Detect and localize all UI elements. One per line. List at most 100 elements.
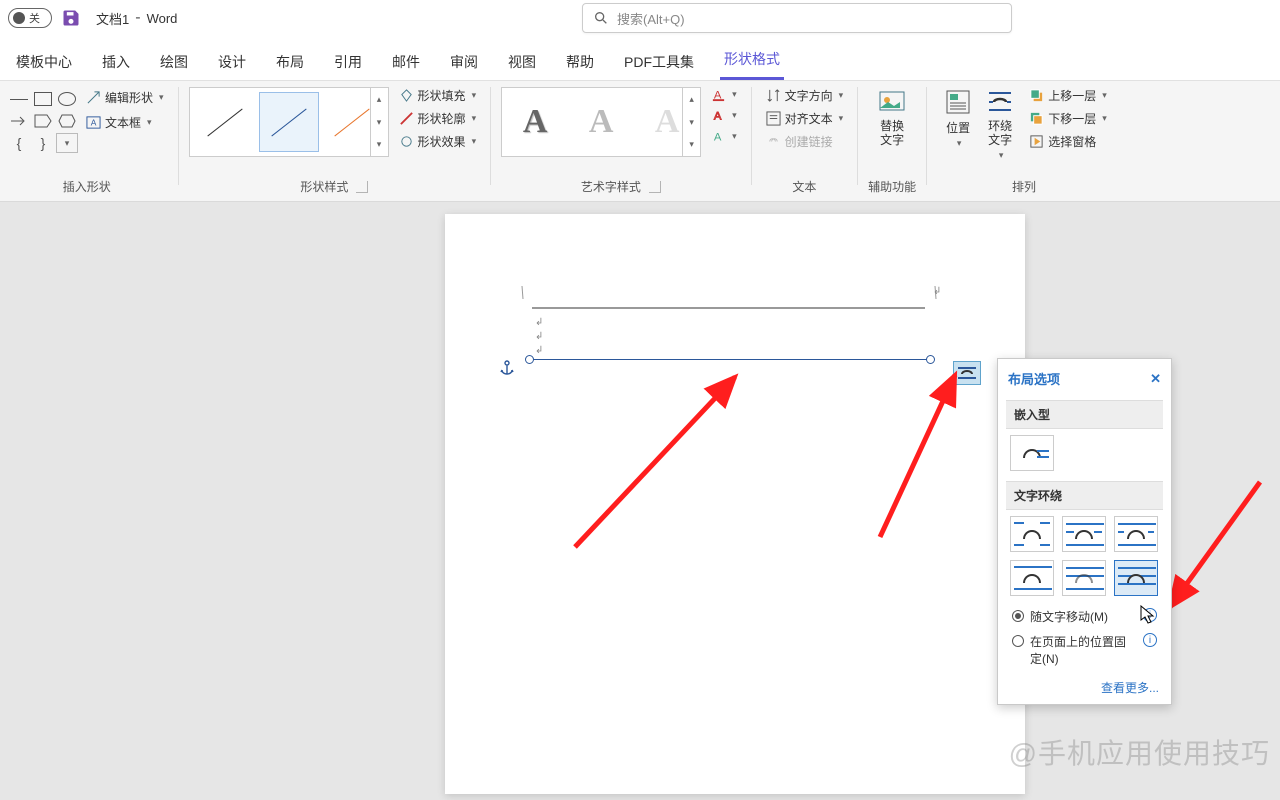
tab-view[interactable]: 视图 — [504, 44, 540, 80]
align-text-icon — [766, 111, 781, 126]
tab-insert[interactable]: 插入 — [98, 44, 134, 80]
cursor-icon — [1140, 605, 1156, 625]
tab-references[interactable]: 引用 — [330, 44, 366, 80]
wrap-text-button[interactable]: 环绕文字▾ — [979, 87, 1021, 161]
group-label-accessibility: 辅助功能 — [868, 178, 916, 201]
tab-draw[interactable]: 绘图 — [156, 44, 192, 80]
link-icon — [766, 134, 781, 149]
shape-outline-button[interactable]: 形状轮廓▾ — [399, 110, 477, 127]
paragraph-marks: ↲↲↲ — [535, 316, 543, 358]
wordart-launcher[interactable] — [649, 181, 661, 193]
text-fill-button[interactable]: A▾ — [711, 87, 737, 102]
text-direction-button[interactable]: 文字方向▾ — [766, 87, 844, 104]
wordart-down-button[interactable]: ▾ — [683, 111, 700, 134]
send-backward-icon — [1029, 111, 1044, 126]
layout-options-panel: 布局选项 ✕ 嵌入型 文字环绕 — [997, 358, 1172, 705]
wrap-option-topbottom[interactable] — [1010, 560, 1054, 596]
tab-design[interactable]: 设计 — [214, 44, 250, 80]
tab-pdf[interactable]: PDF工具集 — [620, 44, 698, 80]
tab-help[interactable]: 帮助 — [562, 44, 598, 80]
page-header-area: ↲ — [445, 214, 1025, 324]
wrap-option-behind[interactable] — [1062, 560, 1106, 596]
document-page[interactable]: ↲ ↲↲↲ — [445, 214, 1025, 794]
watermark-text: @手机应用使用技巧 — [1009, 732, 1270, 772]
shape-brace2-icon: } — [41, 135, 46, 151]
textbox-button[interactable]: A 文本框▾ — [82, 112, 168, 133]
radio-fix-on-page-circle — [1012, 635, 1024, 647]
group-label-arrange: 排列 — [1012, 178, 1036, 201]
layout-options-button[interactable] — [953, 361, 981, 385]
styles-more-button[interactable]: ▾ — [371, 133, 388, 156]
group-wordart: A A A ▴▾▾ A▾ A▾ A▾ 艺术字样式 — [495, 87, 747, 201]
search-placeholder: 搜索(Alt+Q) — [617, 9, 685, 28]
tab-templates[interactable]: 模板中心 — [12, 44, 76, 80]
textbox-icon: A — [86, 115, 101, 130]
wrap-text-icon — [986, 88, 1014, 116]
see-more-link[interactable]: 查看更多... — [998, 671, 1171, 698]
shape-line-icon — [10, 99, 28, 100]
wordart-up-button[interactable]: ▴ — [683, 88, 700, 111]
text-fill-icon: A — [711, 87, 726, 102]
alt-text-icon — [878, 88, 906, 116]
effects-icon — [399, 134, 414, 149]
bring-forward-button[interactable]: 上移一层▾ — [1029, 87, 1107, 104]
group-label-wordart: 艺术字样式 — [581, 178, 661, 201]
radio-move-with-text-circle — [1012, 610, 1024, 622]
search-box[interactable]: 搜索(Alt+Q) — [582, 3, 1012, 33]
text-effects-button[interactable]: A▾ — [711, 129, 737, 144]
text-direction-icon — [766, 88, 781, 103]
shapes-gallery[interactable]: { } ▾ — [6, 87, 80, 155]
text-outline-icon: A — [711, 108, 726, 123]
styles-down-button[interactable]: ▾ — [371, 111, 388, 134]
panel-close-button[interactable]: ✕ — [1150, 371, 1161, 387]
app-name: Word — [147, 11, 178, 26]
search-icon — [593, 10, 609, 26]
tab-shape-format[interactable]: 形状格式 — [720, 41, 784, 80]
shape-styles-launcher[interactable] — [356, 181, 368, 193]
tab-layout[interactable]: 布局 — [272, 44, 308, 80]
shape-brace-icon: { — [17, 135, 22, 151]
align-text-button[interactable]: 对齐文本▾ — [766, 110, 844, 127]
bring-forward-icon — [1029, 88, 1044, 103]
layout-options-icon — [957, 365, 977, 381]
shape-effects-button[interactable]: 形状效果▾ — [399, 133, 477, 150]
shapes-more-button[interactable]: ▾ — [56, 133, 78, 153]
autosave-toggle[interactable]: 关 — [8, 8, 52, 28]
edit-shape-button[interactable]: 编辑形状▾ — [82, 87, 168, 108]
wordart-more-button[interactable]: ▾ — [683, 133, 700, 156]
tab-review[interactable]: 审阅 — [446, 44, 482, 80]
document-title: 文档1 — [96, 9, 129, 28]
svg-text:A: A — [714, 110, 722, 122]
shape-fill-button[interactable]: 形状填充▾ — [399, 87, 477, 104]
svg-text:↲: ↲ — [933, 286, 941, 297]
save-button[interactable] — [60, 7, 82, 29]
position-icon — [944, 88, 972, 116]
send-backward-button[interactable]: 下移一层▾ — [1029, 110, 1107, 127]
group-arrange: 位置▾ 环绕文字▾ 上移一层▾ 下移一层▾ 选择窗格 排列 — [931, 87, 1117, 201]
fill-icon — [399, 88, 414, 103]
wrap-option-tight[interactable] — [1062, 516, 1106, 552]
radio-fix-on-page[interactable]: 在页面上的位置固定(N) i — [998, 629, 1171, 671]
shape-styles-gallery[interactable]: ▴▾▾ — [189, 87, 389, 157]
wrap-option-front[interactable] — [1114, 560, 1158, 596]
wrap-option-inline[interactable] — [1010, 435, 1054, 471]
title-bar: 关 文档1 - Word 搜索(Alt+Q) — [0, 0, 1280, 36]
selected-line-shape[interactable] — [530, 359, 930, 361]
info-fix-icon[interactable]: i — [1143, 633, 1157, 647]
position-button[interactable]: 位置▾ — [937, 87, 979, 149]
shape-hexagon-icon — [58, 114, 76, 128]
wrap-option-through[interactable] — [1114, 516, 1158, 552]
wordart-gallery[interactable]: A A A ▴▾▾ — [501, 87, 701, 157]
line-handle-end[interactable] — [926, 355, 935, 364]
alt-text-button[interactable]: 替换文字 — [871, 87, 913, 148]
line-handle-start[interactable] — [525, 355, 534, 364]
wrap-option-square[interactable] — [1010, 516, 1054, 552]
shape-oval-icon — [58, 92, 76, 106]
text-outline-button[interactable]: A▾ — [711, 108, 737, 123]
section-wrap: 文字环绕 — [1006, 481, 1163, 510]
styles-up-button[interactable]: ▴ — [371, 88, 388, 111]
selection-pane-button[interactable]: 选择窗格 — [1029, 133, 1107, 150]
shape-rect-icon — [34, 92, 52, 106]
create-link-button: 创建链接 — [766, 133, 844, 150]
tab-mail[interactable]: 邮件 — [388, 44, 424, 80]
